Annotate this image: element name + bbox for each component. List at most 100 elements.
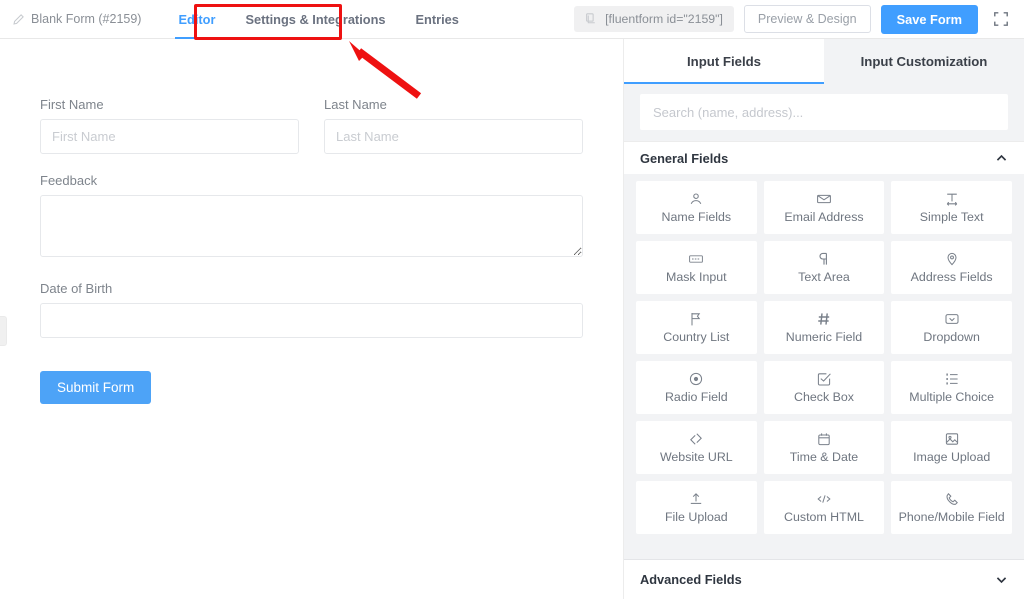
text-width-icon: [946, 193, 957, 206]
field-card-radio-field[interactable]: Radio Field: [636, 361, 757, 414]
field-card-multiple-choice[interactable]: Multiple Choice: [891, 361, 1012, 414]
date-of-birth-label: Date of Birth: [40, 281, 113, 296]
calendar-icon: [818, 433, 830, 446]
mask-icon: [689, 255, 704, 263]
tab-entries[interactable]: Entries: [401, 0, 474, 39]
field-card-label: Email Address: [784, 210, 864, 224]
general-fields-grid-wrap: Name Fields Email Address Simple Text Ma…: [624, 174, 1024, 542]
field-card-time-and-date[interactable]: Time & Date: [763, 421, 885, 474]
header-nav-tabs: Editor Settings & Integrations Entries: [163, 0, 473, 39]
general-fields-grid: Name Fields Email Address Simple Text Ma…: [636, 181, 1012, 534]
field-card-label: Simple Text: [919, 210, 984, 224]
upload-icon: [691, 493, 702, 504]
field-card-label: Custom HTML: [784, 510, 864, 524]
field-card-label: Phone/Mobile Field: [898, 510, 1005, 524]
field-card-label: File Upload: [664, 510, 728, 524]
shortcode-text: [fluentform id="2159"]: [605, 12, 723, 26]
pencil-icon: [13, 13, 24, 25]
form-canvas: First Name Last Name Feedback Date of Bi…: [0, 39, 624, 599]
field-card-website-url[interactable]: Website URL: [636, 421, 757, 474]
field-card-file-upload[interactable]: File Upload: [636, 481, 757, 534]
link-icon: [690, 433, 703, 445]
radio-icon: [690, 372, 703, 386]
panel-spacer: [624, 542, 1024, 559]
field-card-custom-html[interactable]: Custom HTML: [763, 481, 885, 534]
field-card-label: Multiple Choice: [909, 390, 995, 404]
feedback-textarea[interactable]: [40, 195, 583, 257]
feedback-group: Feedback: [40, 173, 583, 262]
checkbox-icon: [817, 373, 831, 386]
dropdown-icon: [945, 314, 959, 324]
field-card-simple-text[interactable]: Simple Text: [891, 181, 1012, 234]
field-card-label: Dropdown: [923, 330, 980, 344]
tab-input-customization[interactable]: Input Customization: [824, 39, 1024, 84]
fluentform-form-editor: Blank Form (#2159) Editor Settings & Int…: [0, 0, 1024, 599]
field-card-text-area[interactable]: Text Area: [763, 241, 885, 294]
tab-editor[interactable]: Editor: [163, 0, 230, 39]
field-card-email-address[interactable]: Email Address: [763, 181, 885, 234]
header-actions: [fluentform id="2159"] Preview & Design …: [574, 4, 1024, 34]
form-title-text: Blank Form (#2159): [31, 12, 142, 26]
field-card-mask-input[interactable]: Mask Input: [636, 241, 757, 294]
map-pin-icon: [947, 252, 957, 266]
first-name-input[interactable]: [40, 119, 299, 154]
field-card-numeric-field[interactable]: Numeric Field: [763, 301, 885, 354]
list-icon: [946, 373, 958, 385]
field-card-label: Website URL: [659, 450, 733, 464]
envelope-icon: [817, 194, 831, 204]
phone-icon: [946, 492, 958, 505]
hash-icon: [818, 313, 830, 325]
tab-settings-integrations[interactable]: Settings & Integrations: [230, 0, 400, 39]
section-header-general-fields[interactable]: General Fields: [624, 141, 1024, 174]
first-name-group: First Name: [40, 97, 299, 154]
chevron-down-icon: [996, 577, 1007, 584]
field-card-name-fields[interactable]: Name Fields: [636, 181, 757, 234]
preview-design-button[interactable]: Preview & Design: [743, 5, 871, 33]
field-card-address-fields[interactable]: Address Fields: [891, 241, 1012, 294]
field-card-phone-mobile-field[interactable]: Phone/Mobile Field: [891, 481, 1012, 534]
field-card-label: Radio Field: [664, 390, 728, 404]
fullscreen-icon: [994, 12, 1008, 26]
code-icon: [817, 495, 831, 503]
chevron-up-icon: [996, 154, 1007, 161]
field-card-label: Mask Input: [666, 270, 727, 284]
field-card-image-upload[interactable]: Image Upload: [891, 421, 1012, 474]
last-name-input[interactable]: [324, 119, 583, 154]
input-fields-panel: Input Fields Input Customization General…: [624, 39, 1024, 599]
image-icon: [945, 433, 958, 445]
field-card-country-list[interactable]: Country List: [636, 301, 757, 354]
field-card-label: Address Fields: [910, 270, 993, 284]
copy-icon: [586, 12, 595, 23]
tab-input-fields[interactable]: Input Fields: [624, 39, 824, 84]
last-name-label: Last Name: [324, 97, 387, 112]
form-title: Blank Form (#2159): [12, 12, 141, 26]
field-card-label: Image Upload: [913, 450, 991, 464]
paragraph-icon: [819, 252, 827, 265]
user-icon: [691, 193, 702, 205]
fullscreen-button[interactable]: [988, 6, 1014, 32]
save-form-button[interactable]: Save Form: [880, 4, 978, 34]
panel-tab-bar: Input Fields Input Customization: [624, 39, 1024, 84]
field-card-label: Country List: [663, 330, 730, 344]
field-card-check-box[interactable]: Check Box: [763, 361, 885, 414]
name-fields-row: First Name Last Name: [40, 97, 583, 154]
feedback-label: Feedback: [40, 173, 98, 188]
flag-icon: [691, 313, 701, 326]
field-card-label: Numeric Field: [785, 330, 863, 344]
date-of-birth-input[interactable]: [40, 303, 583, 338]
last-name-group: Last Name: [324, 97, 583, 154]
shortcode-copy-box[interactable]: [fluentform id="2159"]: [574, 6, 734, 32]
canvas-collapse-handle[interactable]: [0, 316, 7, 346]
field-card-label: Name Fields: [661, 210, 732, 224]
section-title-advanced-fields: Advanced Fields: [640, 572, 742, 587]
field-card-dropdown[interactable]: Dropdown: [891, 301, 1012, 354]
dob-group: Date of Birth: [40, 281, 583, 338]
first-name-label: First Name: [40, 97, 104, 112]
search-input[interactable]: [640, 94, 1008, 130]
app-header: Blank Form (#2159) Editor Settings & Int…: [0, 0, 1024, 39]
submit-form-button[interactable]: Submit Form: [40, 371, 152, 404]
field-card-label: Check Box: [794, 390, 854, 404]
form-preview: First Name Last Name Feedback Date of Bi…: [0, 39, 623, 404]
section-title-general-fields: General Fields: [640, 150, 729, 166]
section-header-advanced-fields[interactable]: Advanced Fields: [624, 559, 1024, 599]
